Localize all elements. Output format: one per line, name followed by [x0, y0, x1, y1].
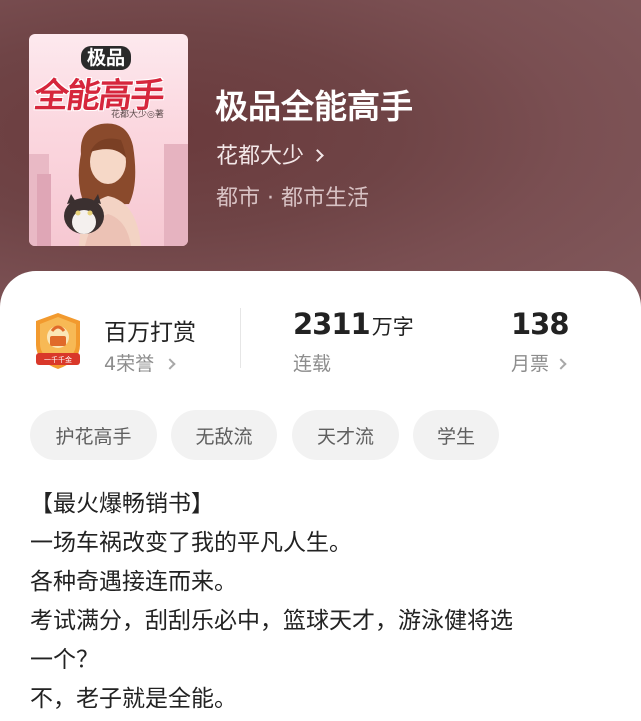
monthly-ticket-label: 月票	[511, 353, 550, 375]
word-count-unit: 万字	[371, 315, 414, 339]
book-title: 极品全能高手	[215, 87, 413, 126]
serial-status: 连载	[293, 353, 332, 375]
author-name: 花都大少	[216, 144, 305, 169]
tag-chip[interactable]: 无敌流	[171, 410, 277, 460]
book-description[interactable]: 【最火爆畅销书】 一场车祸改变了我的平凡人生。 各种奇遇接连而来。 考试满分，刮…	[30, 485, 620, 719]
book-info-card: 一千千金 百万打赏 4荣誉 2311万字 连载 138 月票 护花高手 无敌流 …	[0, 271, 641, 721]
honor-label: 百万打赏	[104, 320, 196, 346]
description-line: 各种奇遇接连而来。	[30, 569, 237, 595]
description-line: 【最火爆畅销书】	[30, 491, 214, 517]
author-link[interactable]: 花都大少	[216, 138, 324, 170]
word-count: 2311万字	[293, 307, 414, 341]
stats-divider	[240, 308, 241, 368]
description-line: 考试满分，刮刮乐必中，篮球天才，游泳健将选	[30, 608, 513, 634]
chevron-right-icon	[311, 148, 324, 162]
tag-chip[interactable]: 学生	[413, 410, 499, 460]
book-detail-page: 极品 全能高手 花都大少◎著 极品全能高手 花都大少 都市 · 都市生活 一千千…	[0, 0, 641, 721]
genre-label[interactable]: 都市 · 都市生活	[216, 180, 369, 212]
word-count-value: 2311	[293, 307, 371, 341]
monthly-ticket-link[interactable]: 月票	[511, 349, 567, 376]
monthly-ticket-count: 138	[511, 307, 570, 341]
honor-count: 4荣誉	[104, 353, 155, 375]
monthly-ticket-value: 138	[511, 307, 570, 341]
description-line: 不，老子就是全能。	[30, 686, 237, 712]
description-line: 一个？	[30, 647, 99, 673]
tag-chip[interactable]: 天才流	[292, 410, 399, 460]
cover-author-text: 花都大少◎著	[111, 110, 164, 120]
chevron-right-icon	[555, 357, 567, 370]
chevron-right-icon	[164, 357, 176, 370]
honor-count-link[interactable]: 4荣誉	[104, 349, 176, 376]
book-cover[interactable]: 极品 全能高手 花都大少◎著	[29, 34, 188, 246]
tag-chip[interactable]: 护花高手	[30, 410, 157, 460]
cover-top-text: 极品	[81, 46, 132, 70]
description-line: 一场车祸改变了我的平凡人生。	[30, 530, 352, 556]
trophy-badge-icon[interactable]: 一千千金	[30, 309, 86, 373]
svg-text:一千千金: 一千千金	[44, 355, 72, 364]
